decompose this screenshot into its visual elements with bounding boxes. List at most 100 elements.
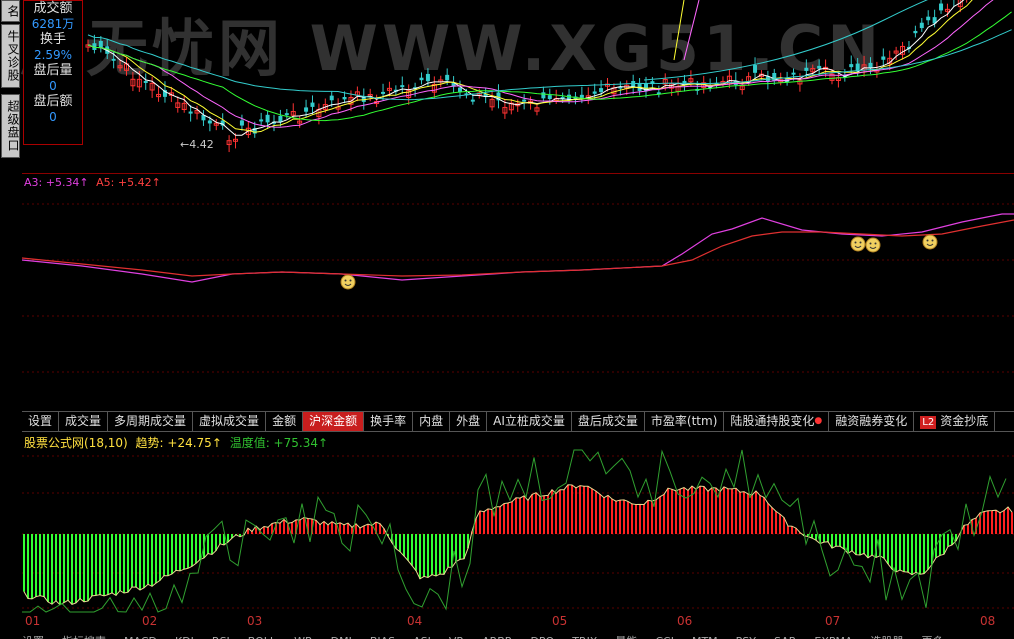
bottom-tab[interactable]: BIAS — [370, 635, 395, 639]
tab-label: 市盈率(ttm) — [650, 414, 718, 428]
tab-4[interactable]: 金额 — [266, 412, 304, 431]
candle-body — [419, 77, 424, 81]
candle-body — [310, 102, 315, 107]
bottom-tab[interactable]: VR — [449, 635, 464, 639]
x-tick: 08 — [980, 614, 996, 628]
stat-value-after-vol: 0 — [49, 79, 57, 93]
left-tab-chaoji[interactable]: 超级盘口 — [1, 94, 20, 158]
bottom-tab[interactable]: WR — [294, 635, 313, 639]
tab-label: 金额 — [272, 414, 297, 428]
stat-value-after-amt: 0 — [49, 110, 57, 124]
ma-line — [87, 0, 965, 136]
tab-13[interactable]: 融资融券变化 — [829, 412, 915, 431]
candle-body — [599, 88, 604, 93]
tab-label: 成交量 — [65, 414, 102, 428]
candle-body — [239, 120, 244, 126]
bottom-tab[interactable]: EXPMA — [814, 635, 852, 639]
bottom-tab[interactable]: 量能 — [615, 633, 637, 639]
left-tab-niucha[interactable]: 牛叉诊股 — [1, 24, 20, 88]
candle-body — [804, 67, 809, 71]
x-tick: 02 — [142, 614, 158, 628]
stat-label-turnover: 换手 — [39, 32, 66, 47]
bottom-tab[interactable]: MACD — [124, 635, 157, 639]
tab-5[interactable]: 沪深金额 — [303, 412, 365, 431]
candle-body — [143, 80, 148, 83]
tab-7[interactable]: 内盘 — [413, 412, 451, 431]
candle-body — [284, 113, 289, 116]
indicator-chart[interactable] — [22, 174, 1014, 410]
bottom-tab[interactable]: SAR — [774, 635, 796, 639]
bottom-tab[interactable]: BOLL — [248, 635, 276, 639]
tab-dot: ● — [814, 416, 823, 426]
x-tick: 01 — [25, 614, 41, 628]
tab-14[interactable]: L2 资金抄底 — [914, 412, 996, 431]
candle-body — [547, 95, 552, 100]
stats-box: 成交额 6281万 换手 2.59% 盘后量 0 盘后额 0 — [23, 0, 83, 145]
x-tick: 03 — [247, 614, 263, 628]
tab-9[interactable]: AI立桩成交量 — [487, 412, 572, 431]
candle-body — [188, 111, 193, 114]
candle-body — [541, 92, 546, 99]
candle-body — [522, 99, 527, 102]
bottom-tab[interactable]: ASI — [413, 635, 431, 639]
bottom-tab[interactable]: 选股器 — [871, 633, 904, 639]
tab-label: 虚拟成交量 — [199, 414, 260, 428]
stat-value-turnover: 2.59% — [33, 48, 73, 62]
bottom-tab[interactable]: DPO — [530, 635, 554, 639]
bottom-tab[interactable]: KDJ — [175, 635, 194, 639]
tab-8[interactable]: 外盘 — [450, 412, 488, 431]
tab-10[interactable]: 盘后成交量 — [572, 412, 645, 431]
left-tab-name[interactable]: 名 — [1, 0, 20, 22]
tab-2[interactable]: 多周期成交量 — [108, 412, 194, 431]
tab-11[interactable]: 市盈率(ttm) — [645, 412, 725, 431]
bottom-tab[interactable]: 更多 — [922, 633, 944, 639]
stat-label-amount: 成交额 — [33, 1, 73, 16]
tab-label: 换手率 — [370, 414, 407, 428]
tab-6[interactable]: 换手率 — [364, 412, 414, 431]
tab-12[interactable]: 陆股通持股变化● — [724, 412, 830, 431]
bottom-tab[interactable]: PSY — [736, 635, 756, 639]
tab-label: 融资融券变化 — [835, 414, 908, 428]
tab-label: AI立桩成交量 — [493, 414, 565, 428]
stat-value-amount: 6281万 — [31, 17, 75, 31]
candle-body — [913, 30, 918, 34]
tab-label: 陆股通持股变化 — [730, 414, 815, 428]
bottom-tab[interactable]: TRIX — [572, 635, 597, 639]
tab-0[interactable]: 设置 — [22, 412, 60, 431]
candle-body — [207, 120, 212, 124]
smiley-icon — [850, 236, 866, 252]
ma-line-steep — [673, 0, 685, 61]
candle-body — [926, 16, 931, 21]
tab-badge: L2 — [920, 416, 937, 429]
candle-body — [753, 65, 758, 73]
candle-body — [425, 73, 430, 82]
candle-body — [817, 65, 822, 69]
candle-body — [304, 107, 309, 112]
candle-body — [868, 62, 873, 68]
oscillator-chart[interactable] — [22, 448, 1014, 614]
ma-line — [87, 0, 973, 133]
candle-body — [381, 91, 386, 94]
candle-body — [849, 64, 854, 68]
x-tick: 07 — [825, 614, 841, 628]
price-chart[interactable] — [84, 0, 1014, 172]
bottom-tab[interactable]: 设置 — [22, 633, 44, 639]
candle-body — [919, 22, 924, 29]
candle-body — [400, 85, 405, 88]
left-strip: 名 牛叉诊股 超级盘口 — [0, 0, 22, 639]
bottom-tab[interactable]: DMI — [331, 635, 352, 639]
tab-1[interactable]: 成交量 — [59, 412, 109, 431]
bottom-tab[interactable]: RSI — [212, 635, 230, 639]
bottom-tabs: 设置 指标搜索 MACD KDJ RSI BOLL WR DMI BIAS ASI VR ARBR DP… — [22, 630, 1014, 639]
tab-label: 设置 — [28, 414, 53, 428]
bottom-tab[interactable]: 指标搜索 — [62, 633, 106, 639]
candle-body — [791, 72, 796, 75]
a5-line — [22, 219, 1014, 277]
bottom-tab[interactable]: MTM — [692, 635, 718, 639]
tab-3[interactable]: 虚拟成交量 — [193, 412, 267, 431]
indicator-tabs: 设置 成交量 多周期成交量 虚拟成交量 金额 沪深金额 换手率 内盘 外盘 AI立桩成交量 盘后成交… — [22, 411, 1014, 432]
candle-body — [342, 97, 347, 100]
bottom-tab[interactable]: CCI — [655, 635, 674, 639]
temperature-line — [22, 449, 1007, 613]
bottom-tab[interactable]: ARBR — [482, 635, 512, 639]
